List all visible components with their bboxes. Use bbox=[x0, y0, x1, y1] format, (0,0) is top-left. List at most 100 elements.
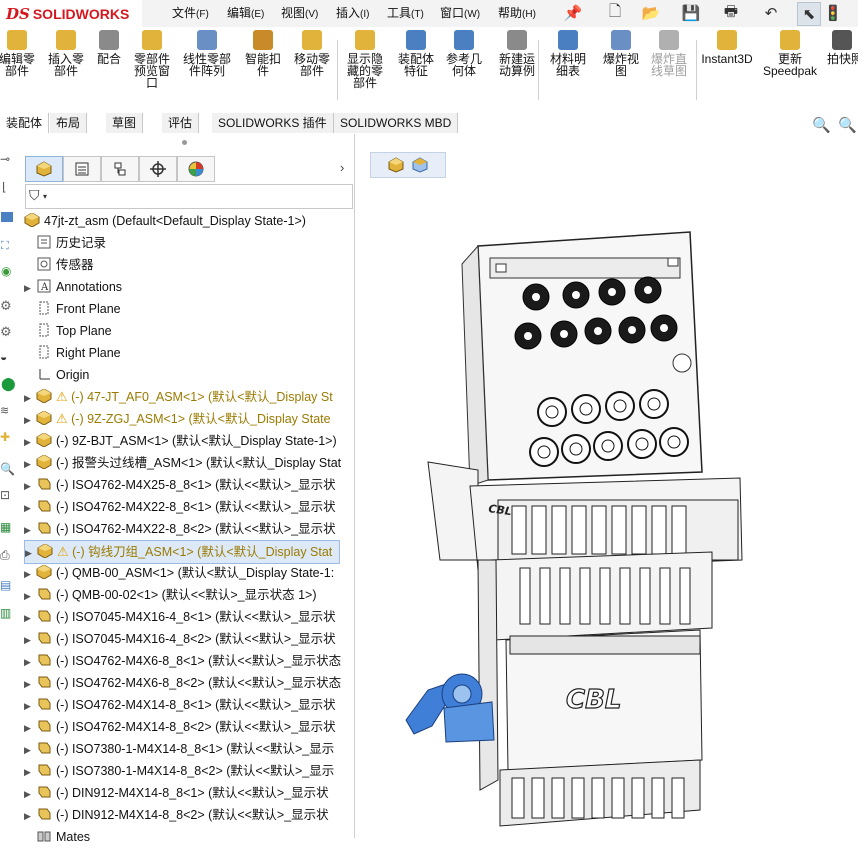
expand-arrow-icon[interactable]: ▶ bbox=[24, 475, 36, 497]
ribbon-button[interactable]: 爆炸视 图 bbox=[601, 30, 641, 77]
menu-item[interactable]: 工具(T) bbox=[387, 4, 424, 21]
strip-gears-icon[interactable]: ⚙ bbox=[0, 324, 12, 340]
tree-item[interactable]: ▶ (-) ISO7045-M4X16-4_8<2> (默认<<默认>_显示状 bbox=[24, 628, 336, 650]
tree-item[interactable]: ▶ (-) ISO4762-M4X14-8_8<2> (默认<<默认>_显示状 bbox=[24, 716, 336, 738]
new-document-icon[interactable]: 🗋 bbox=[604, 2, 626, 24]
tab-scroll-right-icon[interactable]: › bbox=[340, 160, 344, 175]
tree-item[interactable]: ▶ (-) ISO4762-M4X6-8_8<1> (默认<<默认>_显示状态 bbox=[24, 650, 341, 672]
expand-arrow-icon[interactable]: ▶ bbox=[24, 453, 36, 475]
tree-item[interactable]: ▶ (-) ISO4762-M4X22-8_8<1> (默认<<默认>_显示状 bbox=[24, 496, 336, 518]
strip-binoculars-icon[interactable]: ⊡ bbox=[0, 488, 10, 502]
expand-arrow-icon[interactable]: ▶ bbox=[24, 607, 36, 629]
filter-dropdown-icon[interactable]: ▾ bbox=[43, 192, 47, 201]
ribbon-button[interactable]: 插入零 部件 bbox=[46, 30, 86, 77]
tree-item[interactable]: ▶ (-) ISO4762-M4X6-8_8<2> (默认<<默认>_显示状态 bbox=[24, 672, 341, 694]
tree-item[interactable]: ▶ (-) ISO7380-1-M4X14-8_8<2> (默认<<默认>_显示 bbox=[24, 760, 334, 782]
tab-feature-manager[interactable] bbox=[25, 156, 63, 182]
tree-item[interactable]: Front Plane bbox=[24, 298, 121, 320]
strip-spring-icon[interactable]: ≋ bbox=[0, 404, 9, 417]
menu-item[interactable]: 文件(F) bbox=[172, 4, 209, 21]
tab-2[interactable]: 草图 bbox=[106, 113, 144, 133]
expand-arrow-icon[interactable]: ▶ bbox=[24, 783, 36, 805]
tree-item[interactable]: Origin bbox=[24, 364, 89, 386]
tree-item[interactable]: ▶ ⚠ (-) 47-JT_AF0_ASM<1> (默认<默认_Display S… bbox=[24, 386, 333, 408]
tree-item[interactable]: ▶ (-) DIN912-M4X14-8_8<1> (默认<<默认>_显示状 bbox=[24, 782, 329, 804]
tab-1[interactable]: 布局 bbox=[50, 113, 88, 133]
tree-item[interactable]: ▶ (-) ISO4762-M4X22-8_8<2> (默认<<默认>_显示状 bbox=[24, 518, 336, 540]
ribbon-button[interactable]: 爆炸直 线草图 bbox=[647, 30, 691, 77]
assembly-view-icon[interactable] bbox=[388, 157, 404, 173]
tree-item[interactable]: Mates bbox=[24, 826, 90, 848]
expand-arrow-icon[interactable]: ▶ bbox=[24, 431, 36, 453]
tree-item[interactable]: ▶ (-) 9Z-BJT_ASM<1> (默认<默认_Display State-… bbox=[24, 430, 337, 452]
tab-4[interactable]: SOLIDWORKS 插件 bbox=[212, 113, 334, 133]
ribbon-button[interactable]: 材料明 细表 bbox=[548, 30, 588, 77]
rebuild-icon[interactable]: 🚦 bbox=[822, 2, 844, 24]
expand-arrow-icon[interactable]: ▶ bbox=[24, 387, 36, 409]
ribbon-button[interactable]: 零部件 预览窗 口 bbox=[130, 30, 174, 89]
tree-item[interactable]: ▶ (-) DIN912-M4X14-8_8<2> (默认<<默认>_显示状 bbox=[24, 804, 329, 826]
tree-item[interactable]: Top Plane bbox=[24, 320, 112, 342]
expand-arrow-icon[interactable]: ▶ bbox=[24, 673, 36, 695]
menu-item[interactable]: 编辑(E) bbox=[227, 4, 264, 21]
tree-item[interactable]: ▶ (-) ISO4762-M4X25-8_8<1> (默认<<默认>_显示状 bbox=[24, 474, 336, 496]
tree-item[interactable]: ▶ (-) ISO4762-M4X14-8_8<1> (默认<<默认>_显示状 bbox=[24, 694, 336, 716]
tree-item[interactable]: ▶ (-) ISO7380-1-M4X14-8_8<1> (默认<<默认>_显示 bbox=[24, 738, 334, 760]
strip-origin-icon[interactable]: ⌊ bbox=[2, 180, 7, 194]
select-cursor-icon[interactable]: ⬉ bbox=[797, 2, 821, 26]
ribbon-button[interactable]: 显示隐 藏的零 部件 bbox=[342, 30, 388, 89]
strip-monitor-icon[interactable] bbox=[1, 212, 13, 222]
tree-item[interactable]: ▶ (-) QMB-00_ASM<1> (默认<默认_Display State-… bbox=[24, 562, 334, 584]
ribbon-button[interactable]: 参考几 何体 bbox=[444, 30, 484, 77]
ribbon-button[interactable]: 编辑零 部件 bbox=[0, 30, 38, 77]
view-orientation-buttons[interactable] bbox=[370, 152, 446, 178]
expand-arrow-icon[interactable]: ▶ bbox=[24, 695, 36, 717]
embroidery-head-model[interactable]: CBL CBL bbox=[400, 228, 760, 833]
expand-arrow-icon[interactable]: ▶ bbox=[24, 277, 36, 299]
component-view-icon[interactable] bbox=[412, 157, 428, 173]
menu-item[interactable]: 视图(V) bbox=[281, 4, 318, 21]
tree-item[interactable]: 历史记录 bbox=[24, 232, 106, 254]
tab-dimxpert-manager[interactable] bbox=[139, 156, 177, 182]
tree-item[interactable]: ▶ ⚠ (-) 9Z-ZGJ_ASM<1> (默认<默认_Display Stat… bbox=[24, 408, 331, 430]
ribbon-button[interactable]: 移动零 部件 bbox=[290, 30, 334, 77]
ribbon-button[interactable]: 新建运 动算例 bbox=[495, 30, 539, 77]
tab-configuration-manager[interactable] bbox=[101, 156, 139, 182]
strip-globe-icon[interactable]: ◉ bbox=[1, 264, 11, 278]
tree-item[interactable]: ▶ (-) 报警头过线槽_ASM<1> (默认<默认_Display Stat bbox=[24, 452, 341, 474]
strip-key-icon[interactable]: ⊸ bbox=[0, 152, 10, 166]
zoom-to-fit-icon[interactable]: 🔍 bbox=[812, 116, 831, 134]
tree-item[interactable]: 传感器 bbox=[24, 254, 94, 276]
solidworks-logo[interactable]: DS SOLIDWORKS bbox=[0, 0, 142, 27]
tree-item[interactable]: Right Plane bbox=[24, 342, 121, 364]
expand-arrow-icon[interactable]: ▶ bbox=[24, 739, 36, 761]
strip-plus-icon[interactable]: ✚ bbox=[0, 430, 10, 444]
tree-root[interactable]: 47jt-zt_asm (Default<Default_Display Sta… bbox=[24, 210, 306, 232]
strip-excel-icon[interactable]: ▦ bbox=[0, 520, 11, 534]
ribbon-button[interactable]: 线性零部 件阵列 bbox=[180, 30, 234, 77]
expand-arrow-icon[interactable]: ▶ bbox=[24, 409, 36, 431]
menu-item[interactable]: 窗口(W) bbox=[440, 4, 480, 21]
undo-icon[interactable]: ↶ bbox=[760, 2, 782, 24]
tab-5[interactable]: SOLIDWORKS MBD bbox=[334, 113, 459, 133]
tree-item[interactable]: ▶ ⚠ (-) 钩线刀组_ASM<1> (默认<默认_Display Stat bbox=[24, 540, 340, 564]
expand-arrow-icon[interactable]: ▶ bbox=[24, 717, 36, 739]
strip-gear-icon[interactable]: ⚙ bbox=[0, 298, 12, 314]
expand-arrow-icon[interactable]: ▶ bbox=[24, 563, 36, 585]
ribbon-button[interactable]: 装配体 特征 bbox=[394, 30, 438, 77]
menu-item[interactable]: 插入(I) bbox=[336, 4, 369, 21]
strip-location-icon[interactable]: ⬤ bbox=[1, 376, 16, 392]
expand-arrow-icon[interactable]: ▶ bbox=[24, 651, 36, 673]
expand-arrow-icon[interactable]: ▶ bbox=[24, 519, 36, 541]
tree-item[interactable]: ▶ A Annotations bbox=[24, 276, 122, 298]
strip-network-icon[interactable]: ⛶ bbox=[1, 240, 9, 253]
filter-icon[interactable]: ⛉ bbox=[29, 187, 40, 204]
save-icon[interactable]: 💾 bbox=[680, 2, 702, 24]
tab-property-manager[interactable] bbox=[63, 156, 101, 182]
pin-icon[interactable]: 📌 bbox=[562, 2, 584, 24]
tab-0[interactable]: 装配体 bbox=[0, 113, 50, 133]
ribbon-button[interactable]: 更新 Speedpak bbox=[762, 30, 818, 77]
zoom-area-icon[interactable]: 🔍 bbox=[838, 116, 857, 134]
tree-filter-bar[interactable]: ⛉ ▾ bbox=[25, 184, 353, 209]
ribbon-button[interactable]: 智能扣 件 bbox=[243, 30, 283, 77]
